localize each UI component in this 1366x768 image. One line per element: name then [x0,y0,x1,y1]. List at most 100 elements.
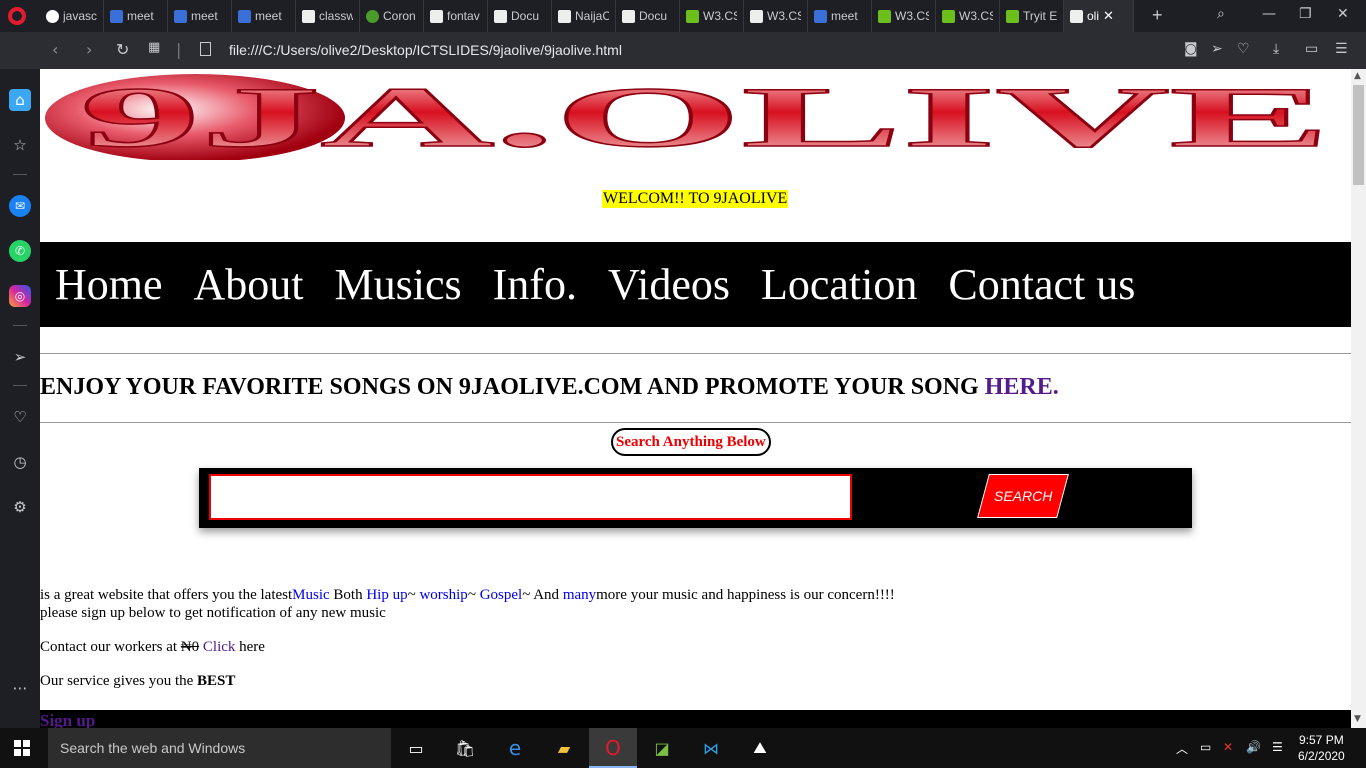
reload-icon[interactable]: ↻ [116,40,129,59]
url-field[interactable]: file:///C:/Users/olive2/Desktop/ICTSLIDE… [229,42,622,58]
tab[interactable]: classw [296,0,360,32]
flow-icon[interactable]: ➢ [9,346,31,368]
task-view-icon[interactable]: ▭ [404,736,428,760]
tab[interactable]: javasc [40,0,104,32]
tab[interactable]: Docu [616,0,680,32]
sign-link[interactable]: sign [81,605,106,621]
volume-icon[interactable]: 🔊 [1246,740,1261,754]
nav-videos[interactable]: Videos [608,259,730,310]
nav-info[interactable]: Info. [493,259,577,310]
tab-title: Tryit E [1023,9,1057,23]
heart-icon[interactable]: ♡ [1237,41,1250,57]
search-tabs-icon[interactable]: ⌕ [1217,6,1225,22]
nav-musics[interactable]: Musics [335,259,462,310]
logo-banner: 9JA.OLIVE [45,72,1331,160]
scroll-up-icon[interactable]: ▲ [1354,71,1361,81]
document-icon [750,9,763,23]
more-icon[interactable]: ⋯ [9,677,31,699]
nav-about[interactable]: About [194,259,304,310]
tab-title: Coron [383,9,416,23]
sublime-icon[interactable]: ◪ [650,736,674,760]
forward-icon[interactable]: › [86,40,92,59]
search-input[interactable] [209,474,852,520]
close-tab-icon[interactable]: ✕ [1103,8,1114,24]
tab[interactable]: Coron [360,0,424,32]
back-icon[interactable]: ‹ [52,40,58,59]
history-icon[interactable]: ◷ [9,451,31,473]
network-icon[interactable]: ✕ [1223,740,1233,754]
nav-contact-us[interactable]: Contact us [948,259,1135,310]
tab[interactable]: meet [168,0,232,32]
tab-title: meet [255,9,282,23]
tab-title: meet [127,9,154,23]
speed-dial-icon[interactable]: ⌂ [9,89,31,111]
tab[interactable]: Docu [488,0,552,32]
text: Contact our workers at [40,639,181,655]
tab-title: NaijaC [575,9,609,23]
meet-icon [238,9,251,23]
file-explorer-icon[interactable]: ▰ [552,736,576,760]
whatsapp-icon[interactable]: ✆ [9,240,31,262]
restore-icon[interactable]: ❐ [1299,6,1312,22]
google-icon [46,9,59,23]
tab[interactable]: meet [808,0,872,32]
opera-icon[interactable]: O [601,736,625,760]
new-tab-icon[interactable]: + [1152,5,1163,26]
divider [40,353,1351,354]
click-link[interactable]: Click [203,639,236,655]
page-scrollbar[interactable]: ▲ ▼ [1351,69,1366,728]
nav-home[interactable]: Home [55,259,163,310]
tab[interactable]: W3.CS [680,0,744,32]
download-icon[interactable]: ⤓ [1273,41,1279,57]
tab[interactable]: Tryit E [1000,0,1064,32]
tab[interactable]: W3.CS [744,0,808,32]
opera-menu-icon[interactable] [8,7,26,25]
instagram-icon[interactable]: ◎ [9,285,31,307]
edge-icon[interactable]: e [503,736,527,760]
battery-icon[interactable]: ▭ [1200,740,1211,754]
scroll-thumb[interactable] [1353,85,1364,185]
store-icon[interactable]: 🛍 [453,736,477,760]
clock-time: 9:57 PM [1299,733,1344,747]
contact-paragraph: Contact our workers at ₦0 Click here [40,639,265,656]
signup-link[interactable]: Sign up [40,711,95,728]
gospel-link[interactable]: Gospel [480,587,523,603]
tab-active[interactable]: oli ✕ [1064,0,1134,32]
notifications-icon[interactable]: ☰ [1272,740,1283,754]
show-hidden-icons[interactable]: ︿ [1176,740,1188,757]
text: please [40,605,82,621]
scroll-down-icon[interactable]: ▼ [1354,714,1361,724]
windows-start-icon[interactable] [14,740,30,756]
document-icon [558,9,571,23]
tab[interactable]: W3.CS [872,0,936,32]
tiles-icon[interactable]: ▦ [148,40,160,55]
tab[interactable]: W3.CS [936,0,1000,32]
minimize-icon[interactable]: — [1262,6,1276,22]
taskbar-clock[interactable]: 9:57 PM 6/2/2020 [1298,732,1345,764]
vscode-icon[interactable]: ⋈ [699,736,723,760]
bookmarks-icon[interactable]: ☆ [9,134,31,156]
settings-icon[interactable]: ⚙ [9,496,31,518]
tab[interactable]: meet [104,0,168,32]
search-button[interactable]: SEARCH [977,474,1069,518]
music-link[interactable]: Music [292,587,330,603]
messenger-icon[interactable]: ✉ [9,195,31,217]
photos-icon[interactable]: ⛰ [748,736,772,760]
tab[interactable]: meet [232,0,296,32]
tab[interactable]: fontav [424,0,488,32]
battery-icon[interactable]: ▭ [1305,41,1318,57]
easy-setup-icon[interactable]: ☰ [1335,41,1348,57]
tab[interactable]: NaijaC [552,0,616,32]
nav-location[interactable]: Location [761,259,917,310]
worship-link[interactable]: worship [419,587,467,603]
send-icon[interactable]: ➢ [1211,41,1223,57]
heart-icon[interactable]: ♡ [9,406,31,428]
headline-here-link[interactable]: HERE. [979,374,1059,400]
snapshot-icon[interactable]: ◙ [1184,41,1198,57]
many-link[interactable]: many [563,587,596,603]
close-window-icon[interactable]: ✕ [1337,6,1349,22]
hip-up-link[interactable]: Hip up [366,587,407,603]
taskbar-search-input[interactable]: Search the web and Windows [48,728,391,768]
text: ~ [467,587,480,603]
intro-paragraph: is a great website that offers you the l… [40,587,895,604]
